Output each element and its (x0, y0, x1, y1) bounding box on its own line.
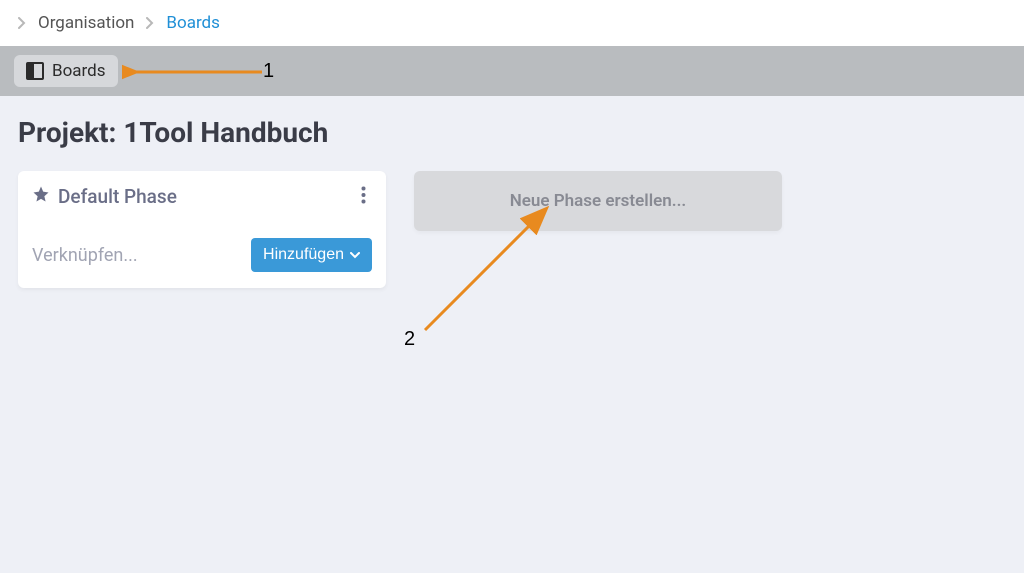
boards-icon (26, 62, 44, 80)
toolbar: Boards (0, 46, 1024, 96)
content-area: Projekt: 1Tool Handbuch Default Phase Ve… (0, 96, 1024, 308)
annotation-label-1: 1 (263, 60, 274, 83)
add-button-label: Hinzufügen (263, 246, 344, 264)
chevron-down-icon (350, 252, 360, 259)
chevron-right-icon (18, 17, 26, 29)
new-phase-button[interactable]: Neue Phase erstellen... (414, 171, 782, 231)
phase-card-default: Default Phase Verknüpfen... Hinzufügen (18, 171, 386, 288)
annotation-label-2: 2 (404, 328, 415, 351)
boards-tab[interactable]: Boards (14, 55, 118, 87)
project-title: Projekt: 1Tool Handbuch (18, 116, 1006, 149)
phase-card-header: Default Phase (18, 171, 386, 218)
chevron-right-icon (146, 17, 154, 29)
phase-title-label: Default Phase (58, 185, 177, 208)
phase-card-title: Default Phase (32, 185, 177, 208)
new-phase-label: Neue Phase erstellen... (510, 191, 687, 211)
phase-menu-button[interactable] (357, 186, 370, 207)
breadcrumb: Organisation Boards (0, 0, 1024, 46)
breadcrumb-organisation[interactable]: Organisation (38, 13, 134, 33)
breadcrumb-boards[interactable]: Boards (166, 13, 220, 33)
star-icon (32, 185, 50, 208)
boards-tab-label: Boards (52, 61, 106, 81)
phase-card-footer: Verknüpfen... Hinzufügen (18, 218, 386, 288)
add-button[interactable]: Hinzufügen (251, 238, 372, 272)
phase-row: Default Phase Verknüpfen... Hinzufügen N… (18, 171, 1006, 288)
link-button[interactable]: Verknüpfen... (32, 245, 138, 266)
